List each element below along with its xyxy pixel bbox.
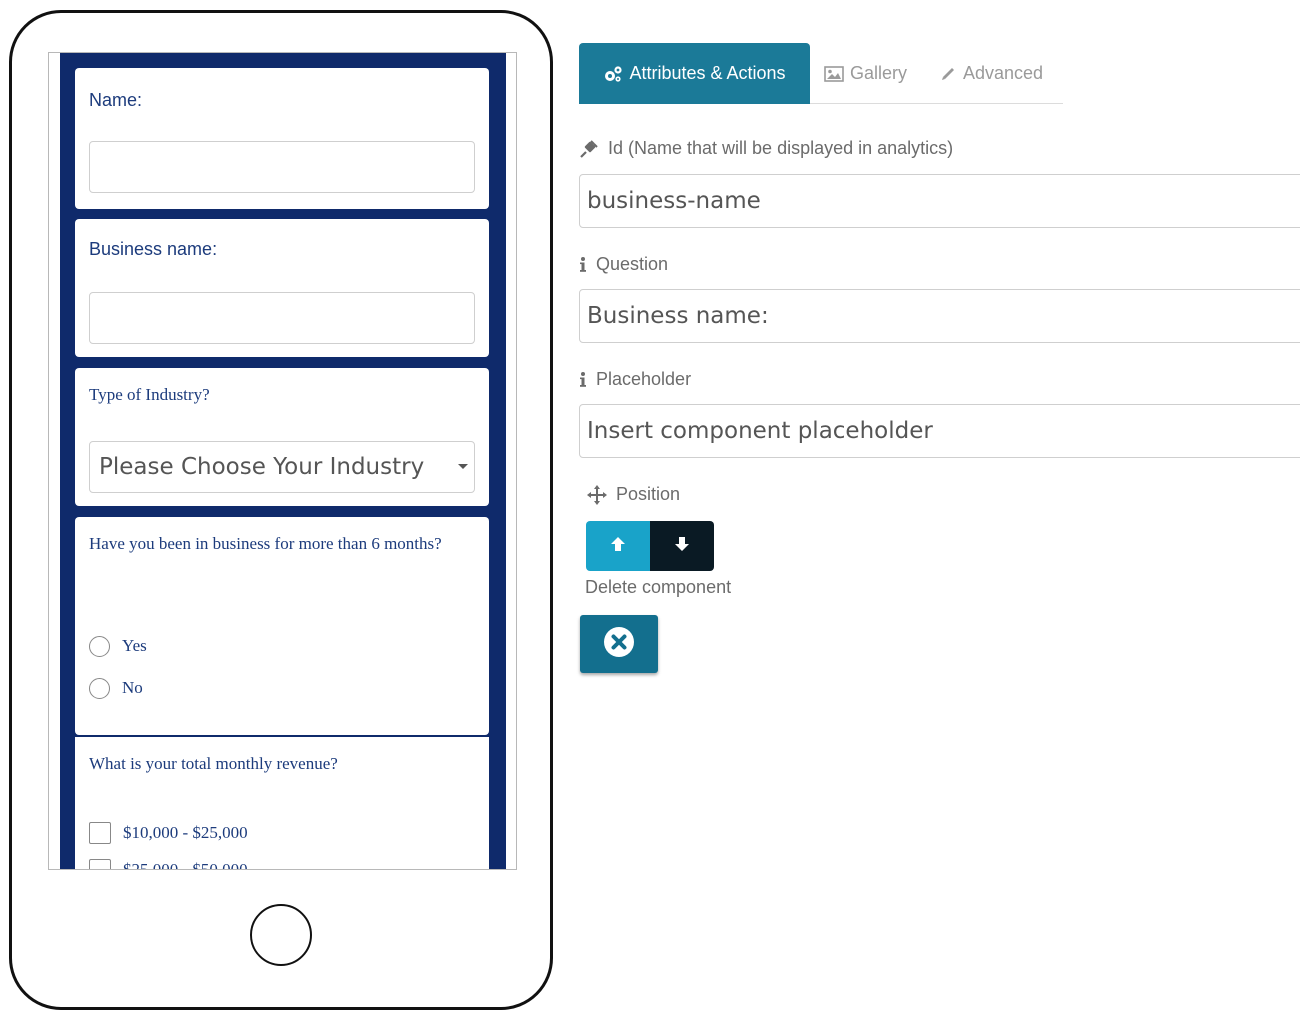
info-icon	[579, 256, 587, 273]
radio-option-yes[interactable]: Yes	[89, 633, 147, 659]
radio-circle[interactable]	[89, 635, 110, 657]
checkbox-square[interactable]	[89, 859, 111, 869]
move-down-button[interactable]	[650, 521, 714, 571]
move-icon	[587, 484, 607, 505]
position-field-label: Position	[587, 484, 680, 505]
id-input[interactable]: business-name	[579, 174, 1300, 228]
name-card[interactable]: Name:	[75, 68, 489, 209]
revenue-question: What is your total monthly revenue?	[89, 754, 338, 773]
tab-label: Gallery	[850, 63, 908, 83]
radio-label: No	[122, 678, 143, 697]
business-name-card[interactable]: Business name:	[75, 219, 489, 357]
info-icon	[579, 371, 587, 388]
phone-screen: Name: Business name: Type of Industry? P…	[48, 52, 517, 870]
business-name-input[interactable]	[89, 292, 475, 344]
caret-down-icon	[458, 464, 468, 469]
home-button[interactable]	[250, 904, 312, 966]
question-field-label: Question	[579, 254, 668, 275]
plug-icon	[579, 139, 599, 159]
delete-component-button[interactable]	[580, 615, 658, 673]
arrow-down-icon	[674, 536, 690, 557]
months-question: Have you been in business for more than …	[89, 534, 442, 553]
radio-label: Yes	[122, 636, 147, 655]
image-icon	[824, 65, 844, 82]
months-card[interactable]: Have you been in business for more than …	[75, 517, 489, 735]
industry-card[interactable]: Type of Industry? Please Choose Your Ind…	[75, 368, 489, 506]
arrow-up-icon	[610, 536, 626, 557]
question-label-text: Question	[596, 254, 669, 274]
position-label-text: Position	[616, 484, 681, 504]
business-name-label: Business name:	[89, 239, 218, 259]
tab-label: Advanced	[963, 63, 1044, 83]
checkbox-option[interactable]: $25,000 - $50,000	[89, 857, 248, 870]
name-input[interactable]	[89, 141, 475, 193]
placeholder-input[interactable]: Insert component placeholder	[579, 404, 1300, 458]
placeholder-label-text: Placeholder	[596, 369, 692, 389]
radio-circle[interactable]	[89, 677, 110, 699]
revenue-card[interactable]: What is your total monthly revenue? $10,…	[75, 737, 489, 870]
move-up-button[interactable]	[586, 521, 650, 571]
checkbox-square[interactable]	[89, 822, 111, 844]
industry-select[interactable]: Please Choose Your Industry	[89, 441, 475, 493]
radio-option-no[interactable]: No	[89, 675, 143, 701]
gears-icon	[603, 65, 623, 83]
tab-gallery[interactable]: Gallery	[824, 43, 907, 104]
id-label-text: Id (Name that will be displayed in analy…	[608, 138, 954, 158]
close-circle-icon	[603, 626, 635, 663]
tab-label: Attributes & Actions	[629, 63, 786, 83]
id-field-label: Id (Name that will be displayed in analy…	[579, 138, 953, 159]
delete-component-label: Delete component	[585, 577, 732, 597]
settings-tabs: Attributes & Actions Gallery Advanced	[579, 43, 1063, 104]
tab-advanced[interactable]: Advanced	[940, 43, 1043, 104]
checkbox-label: $10,000 - $25,000	[123, 823, 248, 842]
placeholder-field-label: Placeholder	[579, 369, 691, 390]
industry-select-value: Please Choose Your Industry	[99, 454, 425, 480]
industry-label: Type of Industry?	[89, 385, 210, 404]
pencil-icon	[940, 65, 957, 82]
form-preview: Name: Business name: Type of Industry? P…	[60, 53, 506, 870]
question-input[interactable]: Business name:	[579, 289, 1300, 343]
checkbox-label: $25,000 - $50,000	[123, 860, 248, 870]
tab-attributes-actions[interactable]: Attributes & Actions	[579, 43, 810, 104]
checkbox-option[interactable]: $10,000 - $25,000	[89, 820, 248, 846]
name-label: Name:	[89, 90, 143, 110]
